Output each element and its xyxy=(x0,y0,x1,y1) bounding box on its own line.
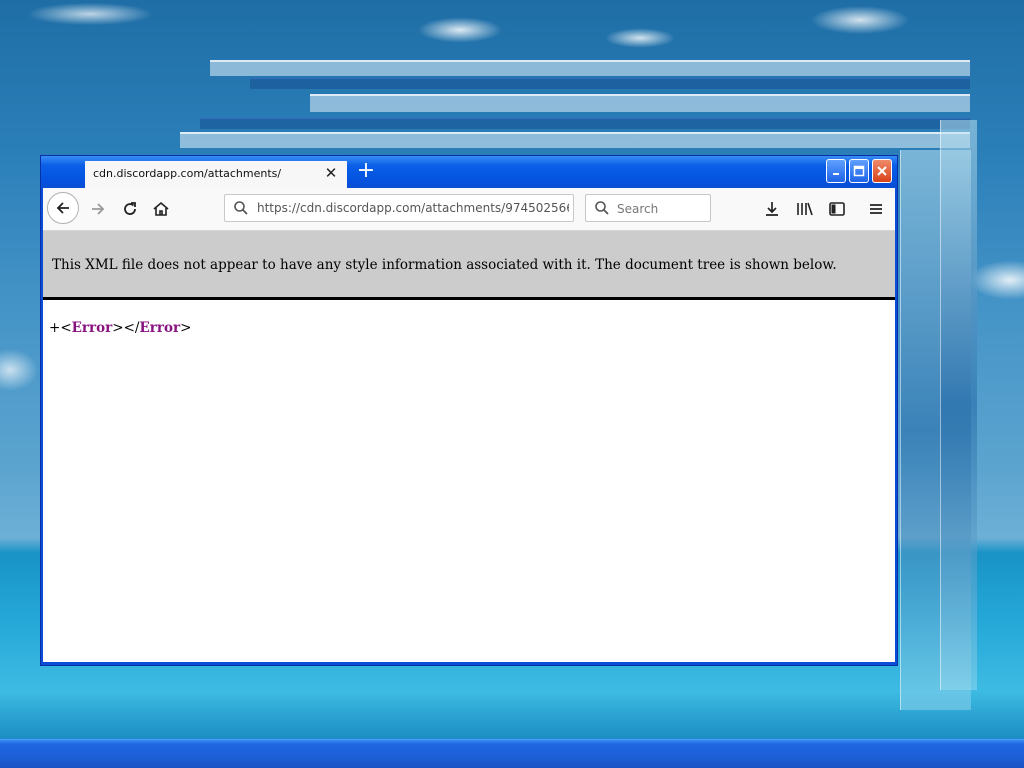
xml-bracket: > xyxy=(180,320,192,336)
home-button[interactable] xyxy=(148,196,174,222)
title-bar[interactable]: cdn.discordapp.com/attachments/974502566… xyxy=(41,156,897,188)
page-content: This XML file does not appear to have an… xyxy=(43,231,895,662)
glitch-trail xyxy=(180,132,970,148)
reload-icon xyxy=(124,202,136,215)
search-icon xyxy=(234,201,248,215)
minimize-icon xyxy=(833,173,839,175)
library-button[interactable] xyxy=(792,196,818,222)
xml-tag-open: Error xyxy=(71,320,113,336)
glitch-trail xyxy=(210,60,970,76)
sidebar-icon xyxy=(829,202,845,216)
xml-notice-banner: This XML file does not appear to have an… xyxy=(43,231,895,300)
desktop: cdn.discordapp.com/attachments/974502566… xyxy=(0,0,1024,768)
close-icon[interactable]: ✕ xyxy=(323,164,339,182)
new-tab-button[interactable]: + xyxy=(355,160,377,182)
url-text: https://cdn.discordapp.com/attachments/9… xyxy=(257,201,569,215)
tab-active[interactable]: cdn.discordapp.com/attachments/974502566… xyxy=(85,159,347,188)
tab-title: cdn.discordapp.com/attachments/974502566… xyxy=(93,167,281,180)
glitch-trail xyxy=(310,94,970,112)
minimize-button[interactable] xyxy=(826,159,846,183)
reload-button[interactable] xyxy=(117,196,143,222)
xml-expand-toggle[interactable]: + xyxy=(49,320,60,336)
forward-button[interactable] xyxy=(85,196,111,222)
forward-icon xyxy=(92,203,105,215)
maximize-icon xyxy=(853,165,865,177)
browser-window: cdn.discordapp.com/attachments/974502566… xyxy=(40,155,898,666)
maximize-button[interactable] xyxy=(849,159,869,183)
xml-tree-line: +<Error></Error> xyxy=(49,320,191,336)
menu-icon xyxy=(870,204,882,214)
download-icon xyxy=(766,202,778,216)
menu-button[interactable] xyxy=(863,196,889,222)
xml-notice-text: This XML file does not appear to have an… xyxy=(52,257,837,273)
glitch-trail xyxy=(940,120,977,690)
glitch-trail xyxy=(250,78,970,89)
download-button[interactable] xyxy=(759,196,785,222)
taskbar[interactable] xyxy=(0,739,1024,768)
url-bar[interactable]: https://cdn.discordapp.com/attachments/9… xyxy=(224,194,574,222)
xml-bracket: < xyxy=(60,320,72,336)
home-icon xyxy=(153,201,169,216)
nav-toolbar: https://cdn.discordapp.com/attachments/9… xyxy=(43,188,895,231)
sidebar-button[interactable] xyxy=(824,196,850,222)
xml-bracket: ></ xyxy=(112,320,140,336)
xml-tag-close: Error xyxy=(139,320,181,336)
back-icon xyxy=(56,202,69,214)
search-icon xyxy=(595,201,609,215)
back-button[interactable] xyxy=(47,192,79,224)
close-icon xyxy=(877,166,887,176)
search-input[interactable]: Search xyxy=(585,194,711,222)
search-placeholder: Search xyxy=(617,202,659,216)
close-button[interactable] xyxy=(872,159,892,183)
library-icon xyxy=(797,202,813,216)
glitch-trail xyxy=(200,118,970,129)
